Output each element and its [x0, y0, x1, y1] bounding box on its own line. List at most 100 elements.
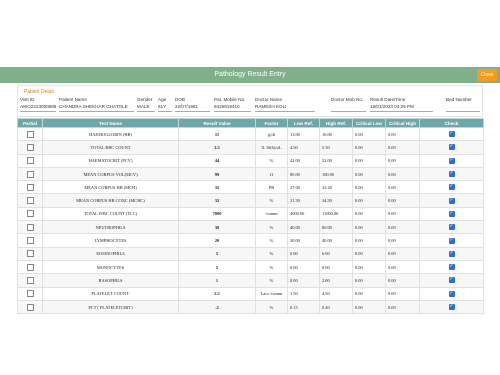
result-value-cell[interactable]: 99 [178, 166, 256, 182]
low-ref-cell: 40.00 [287, 220, 320, 235]
partial-checkbox[interactable] [26, 130, 34, 138]
factor-cell: Lacs /cumm [255, 286, 288, 301]
partial-checkbox[interactable] [26, 157, 34, 165]
result-value-cell[interactable]: 30 [178, 220, 256, 235]
partial-checkbox[interactable] [26, 223, 34, 231]
partial-checkbox[interactable] [26, 210, 34, 218]
partial-cell [17, 126, 43, 142]
test-name-cell: TOTAL WBC COUNT (TLC) [42, 206, 179, 222]
test-name-cell: LYMPHOCYTES [42, 233, 179, 248]
check-checkbox[interactable]: ✓ [448, 264, 455, 271]
page-title: Pathology Result Entry [214, 71, 286, 78]
close-button[interactable]: Close [477, 69, 497, 81]
high-ref-cell: 11000.00 [319, 206, 353, 222]
result-value-cell[interactable]: 3.5 [178, 140, 256, 155]
check-checkbox[interactable]: ✓ [448, 290, 455, 297]
table-row: MEAN CORPUS HB (MCH) 35 PB 27.00 33.20 0.00 0.… [17, 180, 484, 195]
low-ref-header: Low Ref. [287, 118, 320, 128]
test-name-cell: MEAN CORPUS HB CONC (MCHC) [42, 193, 179, 208]
check-checkbox[interactable]: ✓ [448, 210, 455, 217]
factor-cell: X 10(6)/uL [255, 140, 288, 155]
result-value-cell[interactable]: 20 [178, 233, 256, 248]
critical-low-cell: 0.00 [352, 246, 386, 261]
check-checkbox[interactable]: ✓ [448, 304, 455, 310]
check-cell: ✓ [419, 193, 484, 208]
gender-field: Gender MALE [137, 97, 155, 112]
partial-checkbox[interactable] [26, 183, 34, 191]
check-checkbox[interactable]: ✓ [448, 197, 455, 204]
field-label: Pat. Mobile No. [214, 97, 246, 102]
check-checkbox[interactable]: ✓ [448, 224, 455, 231]
result-value-cell[interactable]: 35 [178, 180, 256, 195]
check-checkbox[interactable]: ✓ [448, 171, 455, 178]
result-value-cell[interactable]: 44 [178, 153, 256, 168]
test-name-cell: HAEMATOCRIT (PCV) [42, 153, 179, 168]
low-ref-cell: 27.00 [287, 180, 320, 195]
title-bar: Pathology Result Entry Close [0, 67, 500, 83]
result-value-cell[interactable]: 5 [178, 246, 256, 261]
check-cell: ✓ [419, 180, 484, 195]
age-value: 61Y [158, 104, 172, 112]
check-cell: ✓ [419, 233, 484, 248]
result-value-cell[interactable]: 2.5 [178, 286, 256, 301]
check-checkbox[interactable]: ✓ [448, 277, 455, 284]
check-cell: ✓ [419, 220, 484, 235]
critical-low-cell: 0.00 [352, 140, 386, 155]
result-value-cell[interactable]: 32 [178, 193, 256, 208]
check-checkbox[interactable]: ✓ [448, 144, 455, 151]
partial-checkbox[interactable] [26, 276, 34, 284]
critical-low-cell: 0.00 [352, 299, 386, 315]
result-table: Partial Test Name Result Value Factor Lo… [17, 118, 484, 315]
factor-cell: % [255, 273, 288, 288]
result-value-cell[interactable]: 7000 [178, 206, 256, 222]
high-ref-cell: 5.50 [319, 140, 353, 155]
critical-low-cell: 0.00 [352, 206, 386, 222]
partial-checkbox[interactable] [26, 170, 34, 178]
partial-checkbox[interactable] [26, 290, 34, 298]
age-field: Age 61Y [158, 97, 172, 112]
factor-cell: g/dl [255, 126, 288, 142]
partial-checkbox[interactable] [26, 237, 34, 245]
critical-high-cell: 0.00 [385, 273, 420, 288]
check-checkbox[interactable]: ✓ [448, 250, 455, 257]
partial-checkbox[interactable] [26, 197, 34, 205]
partial-cell [17, 153, 43, 168]
check-checkbox[interactable]: ✓ [448, 184, 455, 191]
gender-value: MALE [137, 104, 155, 112]
factor-header: Factor [255, 118, 288, 128]
partial-cell [17, 246, 43, 261]
factor-cell: /cumm [255, 206, 288, 222]
partial-checkbox[interactable] [26, 250, 34, 258]
result-value-cell[interactable]: 1 [178, 273, 256, 288]
partial-cell [17, 166, 43, 182]
result-value-cell[interactable]: 5 [178, 259, 256, 275]
patient-detail-panel: Patient Detail Visit ID AWO2223000686 Pa… [17, 85, 483, 117]
factor-cell: % [255, 299, 288, 315]
table-row: MEAN CORPUS HB CONC (MCHC) 32% 31.50 34.50 0… [17, 193, 484, 208]
partial-checkbox[interactable] [26, 263, 34, 271]
field-label: DOB [175, 97, 185, 102]
result-value-cell[interactable]: .2 [178, 299, 256, 315]
result-value-cell[interactable]: 11 [178, 126, 256, 142]
check-checkbox[interactable]: ✓ [448, 237, 455, 244]
low-ref-cell: 0.15 [287, 299, 320, 315]
partial-checkbox[interactable] [26, 143, 34, 151]
test-name-cell: MEAN CORPUS HB (MCH) [42, 180, 179, 195]
table-row: PCT ( PLATELETCRIT) .2% 0.15 0.40 0.00 0.00 ✓ [17, 299, 484, 315]
partial-checkbox[interactable] [26, 303, 34, 311]
table-row: NEUTROPHILS 30% 40.00 80.00 0.00 0.00 ✓ [17, 220, 484, 235]
critical-low-cell: 0.00 [352, 220, 386, 235]
check-checkbox[interactable]: ✓ [448, 157, 455, 164]
test-name-cell: PCT ( PLATELETCRIT) [42, 299, 179, 315]
check-cell: ✓ [419, 153, 484, 168]
critical-high-cell: 0.00 [385, 126, 420, 142]
critical-high-cell: 0.00 [385, 193, 420, 208]
patient-detail-label: Patient Detail [24, 89, 54, 95]
factor-cell: % [255, 153, 288, 168]
test-name-cell: MONOCYTES [42, 259, 179, 275]
critical-high-cell: 0.00 [385, 206, 420, 222]
table-row: LYMPHOCYTES 20% 20.00 40.00 0.00 0.00 ✓ [17, 233, 484, 248]
table-header-row: Partial Test Name Result Value Factor Lo… [17, 118, 484, 128]
factor-cell: PB [255, 180, 288, 195]
check-checkbox[interactable]: ✓ [448, 131, 455, 138]
